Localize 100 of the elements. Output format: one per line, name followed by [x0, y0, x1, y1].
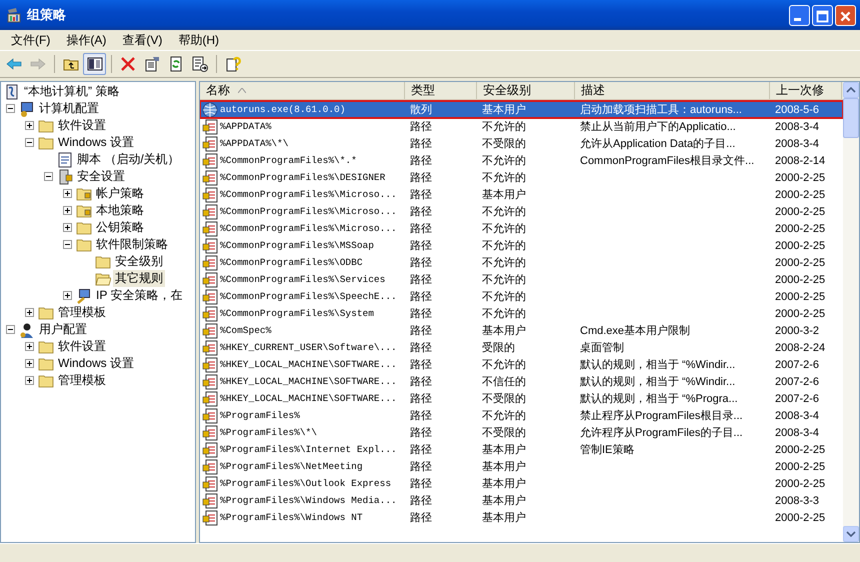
list-row[interactable]: %CommonProgramFiles%\Microso... 路径 基本用户 2000-2-25	[200, 186, 843, 203]
list-row[interactable]: %CommonProgramFiles%\MSSoap 路径 不允许的 2000-2-25	[200, 237, 843, 254]
expander[interactable]	[25, 121, 34, 130]
list-row[interactable]: %CommonProgramFiles%\*.* 路径 不允许的 CommonProgramFiles根目录文件... 2008-2-14	[200, 152, 843, 169]
vertical-scrollbar[interactable]	[843, 82, 859, 542]
tree-item[interactable]: 安全设置	[75, 168, 127, 185]
column-header[interactable]: 描述	[575, 82, 770, 99]
list-row[interactable]: %ProgramFiles%\*\ 路径 不受限的 允许程序从ProgramFiles的子目... 2008-3-4	[200, 424, 843, 441]
table-cell-text: 桌面管制	[580, 340, 624, 355]
list-row[interactable]: %CommonProgramFiles%\ODBC 路径 不允许的 2000-2-25	[200, 254, 843, 271]
table-cell-text: 路径	[410, 477, 432, 491]
list-row[interactable]: autoruns.exe(8.61.0.0) 散列 基本用户 启动加载项扫描工具：autoruns... 2008-5-6	[200, 101, 843, 118]
expander[interactable]	[25, 359, 34, 368]
menu-item[interactable]: 查看(V)	[114, 32, 170, 48]
table-cell: %ProgramFiles%\*\	[220, 427, 317, 438]
table-cell-text: 路径	[410, 392, 432, 406]
list-row[interactable]: %ProgramFiles% 路径 不允许的 禁止程序从ProgramFiles根目录... 2008-3-4	[200, 407, 843, 424]
expander[interactable]	[63, 240, 72, 249]
show-tree-button[interactable]	[83, 53, 106, 75]
table-cell-text: 不允许的	[482, 409, 526, 423]
table-cell-text: 允许从Application Data的子目...	[580, 137, 736, 151]
expander[interactable]	[25, 308, 34, 317]
tree-item[interactable]: 本地策略	[94, 202, 146, 219]
table-cell: %HKEY_CURRENT_USER\Software\...	[220, 342, 397, 353]
expander[interactable]	[63, 206, 72, 215]
expander[interactable]	[25, 138, 34, 147]
expander[interactable]	[44, 172, 53, 181]
menu-item[interactable]: 操作(A)	[58, 32, 114, 48]
arrow-left-icon	[6, 56, 22, 72]
expander[interactable]	[63, 291, 72, 300]
locked-document-icon	[202, 204, 218, 220]
column-header[interactable]: 类型	[405, 82, 477, 99]
tree-item[interactable]: 管理模板	[56, 304, 108, 321]
expander[interactable]	[63, 189, 72, 198]
tree-item[interactable]: Windows 设置	[56, 355, 136, 372]
minimize-button[interactable]	[789, 4, 810, 26]
table-cell-text: 散列	[410, 103, 432, 117]
table-cell-text: 路径	[410, 426, 432, 440]
expander[interactable]	[63, 223, 72, 232]
scroll-down-button[interactable]	[843, 526, 859, 542]
column-header[interactable]: 上一次修	[770, 82, 842, 99]
list-row[interactable]: %CommonProgramFiles%\Microso... 路径 不允许的 2000-2-25	[200, 203, 843, 220]
list-row[interactable]: %APPDATA% 路径 不允许的 禁止从当前用户下的Applicatio... 2008-3-4	[200, 118, 843, 135]
expander[interactable]	[6, 325, 15, 334]
expander[interactable]	[25, 376, 34, 385]
list-row[interactable]: %ComSpec% 路径 基本用户 Cmd.exe基本用户限制 2000-3-2	[200, 322, 843, 339]
list-row[interactable]: %HKEY_CURRENT_USER\Software\... 路径 受限的 桌面管制 2008-2-24	[200, 339, 843, 356]
tree-item[interactable]: 管理模板	[56, 372, 108, 389]
list-row[interactable]: %ProgramFiles%\Windows Media... 路径 基本用户 2008-3-3	[200, 492, 843, 509]
table-cell: 2008-3-4	[775, 138, 820, 150]
expander[interactable]	[25, 342, 34, 351]
tree-item[interactable]: 公钥策略	[94, 219, 146, 236]
menu-item[interactable]: 文件(F)	[3, 32, 58, 48]
list-row[interactable]: %HKEY_LOCAL_MACHINE\SOFTWARE... 路径 不允许的 默认的规则，相当于 “%Windir... 2007-2-6	[200, 356, 843, 373]
folder-icon	[76, 236, 92, 252]
maximize-button[interactable]	[812, 4, 833, 26]
tree-item[interactable]: 用户配置	[37, 321, 89, 338]
tree-item[interactable]: IP 安全策略，在	[94, 287, 184, 304]
table-cell: 2008-3-4	[775, 426, 820, 438]
locked-document-icon	[202, 356, 218, 372]
locked-document-icon	[202, 492, 218, 508]
menu-item[interactable]: 帮助(H)	[170, 32, 227, 48]
table-cell: %CommonProgramFiles%\Microso...	[220, 206, 397, 217]
table-cell: 2007-2-6	[775, 392, 820, 404]
list-row[interactable]: %ProgramFiles%\Windows NT 路径 基本用户 2000-2-25	[200, 509, 843, 526]
tree-item[interactable]: 帐户策略	[94, 185, 146, 202]
table-cell-text: 禁止程序从ProgramFiles根目录...	[580, 408, 743, 423]
close-button[interactable]	[835, 4, 856, 26]
list-row[interactable]: %HKEY_LOCAL_MACHINE\SOFTWARE... 路径 不信任的 默认的规则，相当于 “%Windir... 2007-2-6	[200, 373, 843, 390]
table-cell: 2000-2-25	[775, 478, 826, 490]
expander[interactable]	[6, 104, 15, 113]
tree-item[interactable]: 脚本 （启动/关机）	[75, 151, 182, 168]
tree-item[interactable]: 软件限制策略	[94, 236, 170, 253]
list-row[interactable]: %ProgramFiles%\Outlook Express 路径 基本用户 2000-2-25	[200, 475, 843, 492]
panel-icon	[86, 56, 102, 72]
list-row[interactable]: %APPDATA%\*\ 路径 不受限的 允许从Application Data的子目... 2008-3-4	[200, 135, 843, 152]
list-row[interactable]: %CommonProgramFiles%\Services 路径 不允许的 2000-2-25	[200, 271, 843, 288]
tree-item[interactable]: “本地计算机” 策略	[22, 83, 122, 100]
tree-item[interactable]: 安全级别	[113, 253, 165, 270]
tree-item[interactable]: 软件设置	[56, 117, 108, 134]
column-header[interactable]: 安全级别	[477, 82, 575, 99]
list-row[interactable]: %CommonProgramFiles%\System 路径 不允许的 2000-2-25	[200, 305, 843, 322]
table-cell-text: 不允许的	[482, 239, 526, 253]
list-row[interactable]: %ProgramFiles%\Internet Expl... 路径 基本用户 管制IE策略 2000-2-25	[200, 441, 843, 458]
list-row[interactable]: %CommonProgramFiles%\DESIGNER 路径 不允许的 2000-2-25	[200, 169, 843, 186]
table-cell-text: 不受限的	[482, 426, 526, 440]
table-cell: %CommonProgramFiles%\MSSoap	[220, 240, 374, 251]
table-cell-text: 不允许的	[482, 358, 526, 372]
locked-document-icon	[202, 288, 218, 304]
tree-item[interactable]: 软件设置	[56, 338, 108, 355]
tree-item[interactable]: 计算机配置	[37, 100, 101, 117]
column-header[interactable]: 名称	[200, 82, 405, 99]
list-row[interactable]: %CommonProgramFiles%\Microso... 路径 不允许的 2000-2-25	[200, 220, 843, 237]
tree-item[interactable]: 其它规则	[113, 270, 165, 287]
list-row[interactable]: %CommonProgramFiles%\SpeechE... 路径 不允许的 2000-2-25	[200, 288, 843, 305]
scroll-thumb[interactable]	[843, 98, 859, 138]
list-row[interactable]: %HKEY_LOCAL_MACHINE\SOFTWARE... 路径 不受限的 默认的规则，相当于 “%Progra... 2007-2-6	[200, 390, 843, 407]
list-row[interactable]: %ProgramFiles%\NetMeeting 路径 基本用户 2000-2-25	[200, 458, 843, 475]
tree-item[interactable]: Windows 设置	[56, 134, 136, 151]
scroll-up-button[interactable]	[843, 82, 859, 98]
